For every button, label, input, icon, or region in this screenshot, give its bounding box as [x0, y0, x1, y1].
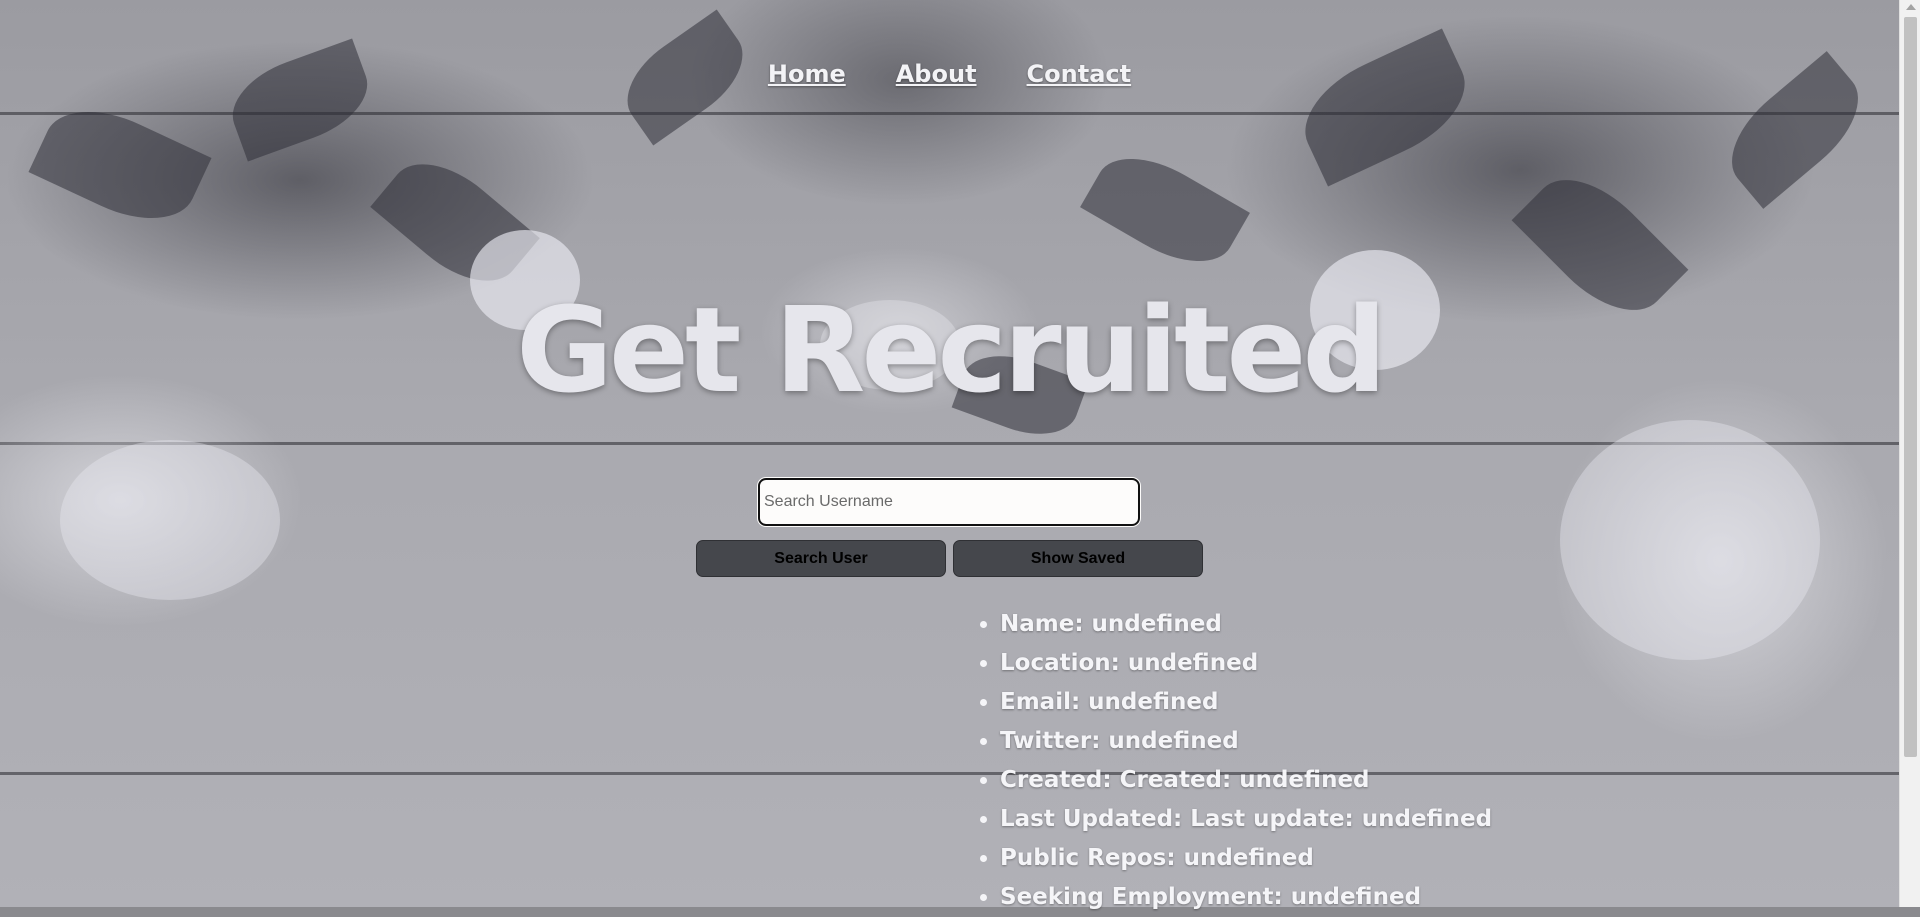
chevron-up-icon[interactable]	[1906, 4, 1916, 10]
nav-link-contact[interactable]: Contact	[1027, 60, 1132, 88]
leaf-decoration	[1287, 28, 1483, 187]
vertical-scrollbar[interactable]	[1899, 0, 1920, 907]
detail-seeking-employment: Seeking Employment: undefined	[1000, 878, 1492, 917]
search-user-button[interactable]: Search User	[696, 540, 946, 577]
show-saved-button[interactable]: Show Saved	[953, 540, 1203, 577]
page-title: Get Recruited	[516, 281, 1387, 420]
background-image	[0, 0, 1899, 907]
scrollbar-thumb[interactable]	[1904, 17, 1917, 757]
detail-created: Created: Created: undefined	[1000, 761, 1492, 800]
flower-decoration	[60, 440, 280, 600]
main-nav: Home About Contact	[0, 60, 1899, 88]
flower-decoration	[1560, 420, 1820, 660]
detail-public-repos: Public Repos: undefined	[1000, 839, 1492, 878]
detail-last-updated: Last Updated: Last update: undefined	[1000, 800, 1492, 839]
detail-twitter: Twitter: undefined	[1000, 722, 1492, 761]
nav-link-home[interactable]: Home	[768, 60, 846, 88]
detail-name: Name: undefined	[1000, 605, 1492, 644]
leaf-decoration	[1080, 137, 1250, 283]
detail-location: Location: undefined	[1000, 644, 1492, 683]
leaf-decoration	[220, 38, 380, 162]
profile-details-list: Name: undefined Location: undefined Emai…	[974, 605, 1492, 917]
leaf-decoration	[28, 90, 212, 240]
nav-link-about[interactable]: About	[896, 60, 977, 88]
detail-email: Email: undefined	[1000, 683, 1492, 722]
search-username-input[interactable]	[758, 478, 1140, 526]
